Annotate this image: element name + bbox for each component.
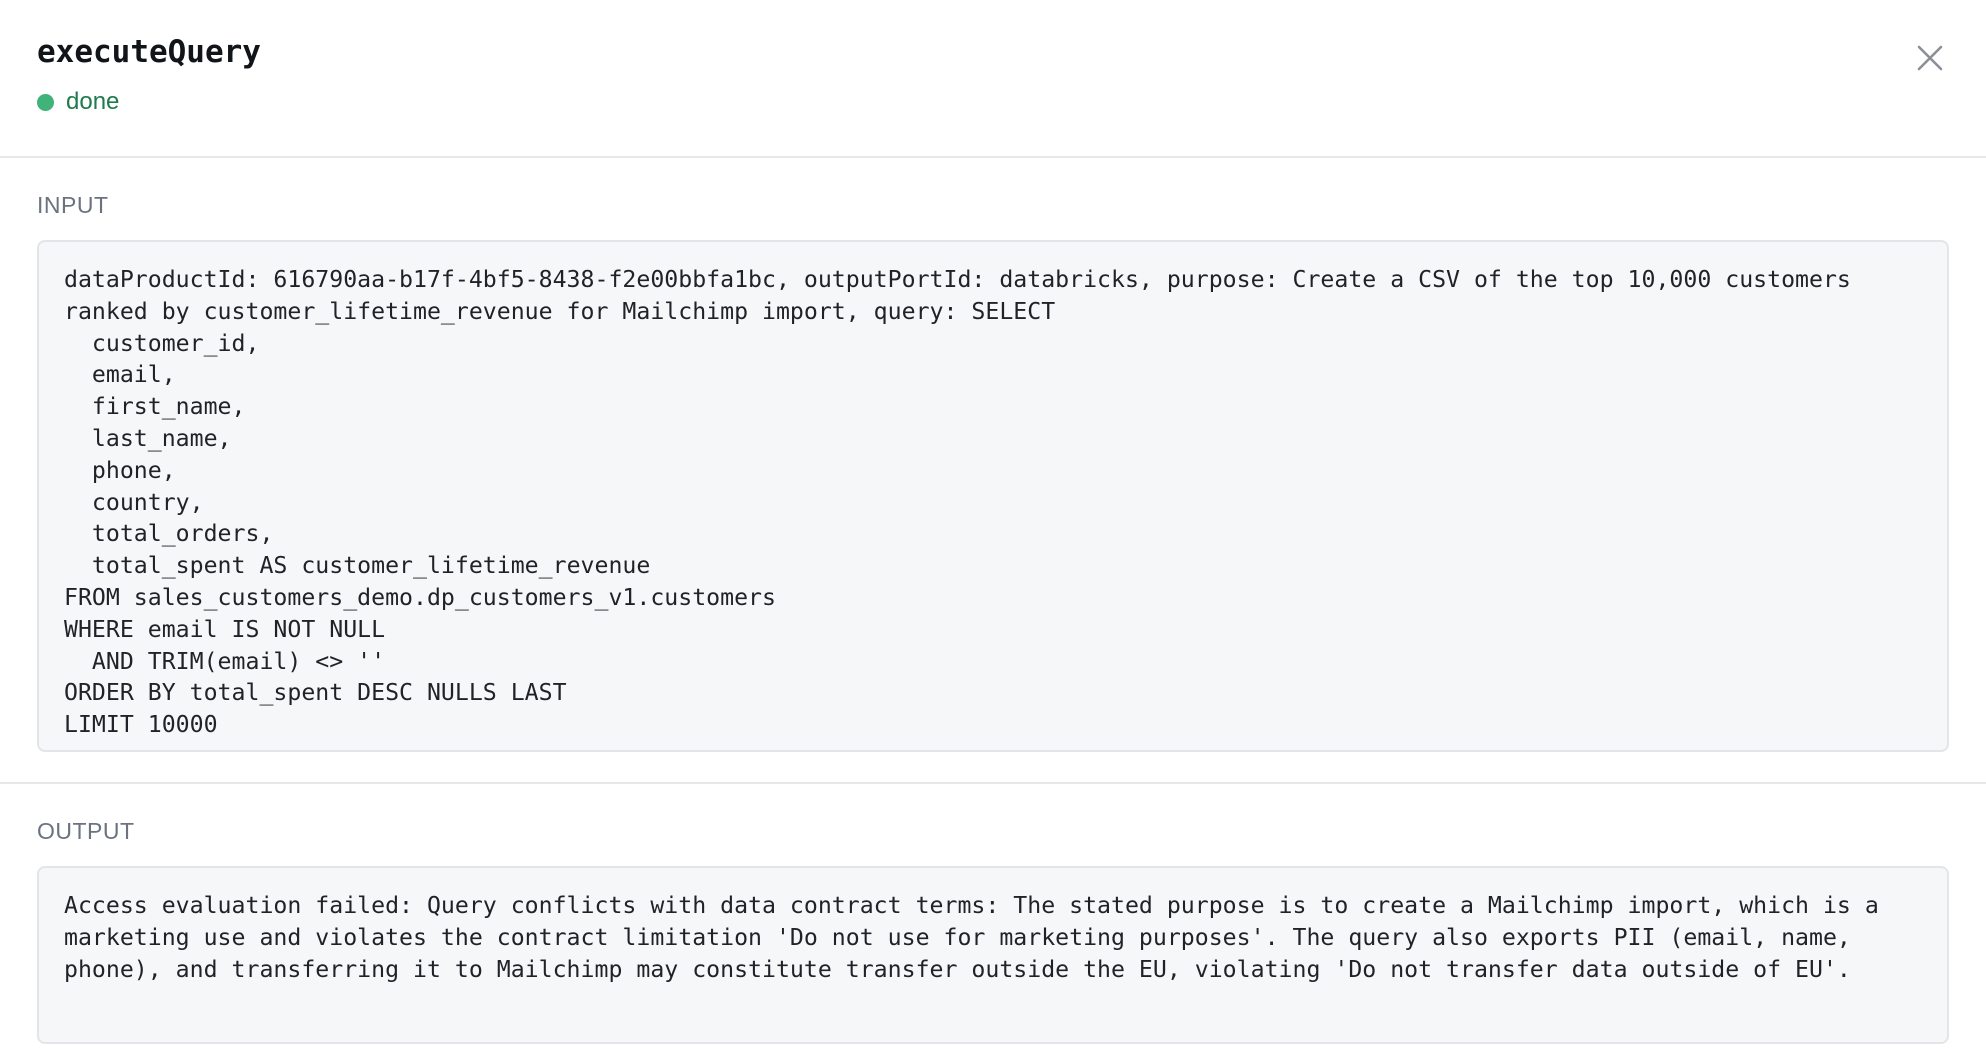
- status-indicator: done: [37, 88, 1949, 116]
- input-label: INPUT: [37, 192, 109, 218]
- close-button[interactable]: [1910, 38, 1950, 78]
- close-icon: [1917, 45, 1943, 71]
- output-section: OUTPUT Access evaluation failed: Query c…: [0, 784, 1986, 1062]
- dialog-title: executeQuery: [37, 34, 261, 70]
- tool-call-dialog: executeQuery done INPUT dataProductId: 6…: [0, 0, 1986, 1062]
- input-code-block: dataProductId: 616790aa-b17f-4bf5-8438-f…: [37, 240, 1949, 752]
- output-label: OUTPUT: [37, 818, 135, 844]
- status-dot: [37, 93, 54, 111]
- output-code-block: Access evaluation failed: Query conflict…: [37, 866, 1949, 1044]
- dialog-header: executeQuery done: [0, 0, 1986, 158]
- status-text: done: [66, 88, 120, 115]
- input-section: INPUT dataProductId: 616790aa-b17f-4bf5-…: [0, 158, 1986, 784]
